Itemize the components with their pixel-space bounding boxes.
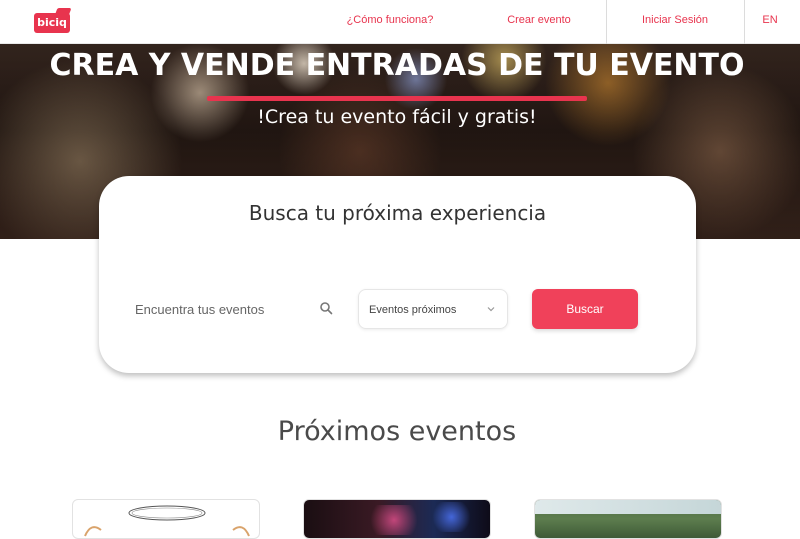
search-icon[interactable] <box>319 301 333 315</box>
logo-text: biciq <box>34 13 70 33</box>
nav-sign-in-link[interactable]: Iniciar Sesión <box>612 0 738 44</box>
nav-divider <box>744 0 745 44</box>
search-button[interactable]: Buscar <box>532 289 638 329</box>
nav-how-it-works-link[interactable]: ¿Cómo funciona? <box>334 0 446 44</box>
event-filter-value: Eventos próximos <box>369 304 457 316</box>
brand-logo[interactable]: biciq <box>34 8 72 34</box>
search-card-title: Busca tu próxima experiencia <box>248 201 547 225</box>
event-card[interactable] <box>72 499 260 539</box>
hero-title: CREA Y VENDE ENTRADAS DE TU EVENTO <box>49 48 745 83</box>
hero-subtitle: !Crea tu evento fácil y gratis! <box>257 106 537 128</box>
event-card[interactable] <box>303 499 491 539</box>
upcoming-events-title: Próximos eventos <box>277 416 517 447</box>
hero-title-underline <box>207 96 587 101</box>
search-field <box>135 289 341 329</box>
event-image <box>84 505 250 537</box>
event-image <box>535 500 721 514</box>
event-card[interactable] <box>534 499 722 539</box>
search-card: Busca tu próxima experiencia Eventos pró… <box>99 176 696 373</box>
language-toggle[interactable]: EN <box>752 0 788 44</box>
search-input[interactable] <box>135 289 315 329</box>
event-image-light <box>429 502 474 532</box>
top-navbar: biciq ¿Cómo funciona? Crear evento Inici… <box>0 0 800 44</box>
chevron-down-icon <box>487 307 495 312</box>
event-image <box>364 505 424 535</box>
nav-create-event-link[interactable]: Crear evento <box>494 0 584 44</box>
event-filter-select[interactable]: Eventos próximos <box>358 289 508 329</box>
nav-divider <box>606 0 607 44</box>
